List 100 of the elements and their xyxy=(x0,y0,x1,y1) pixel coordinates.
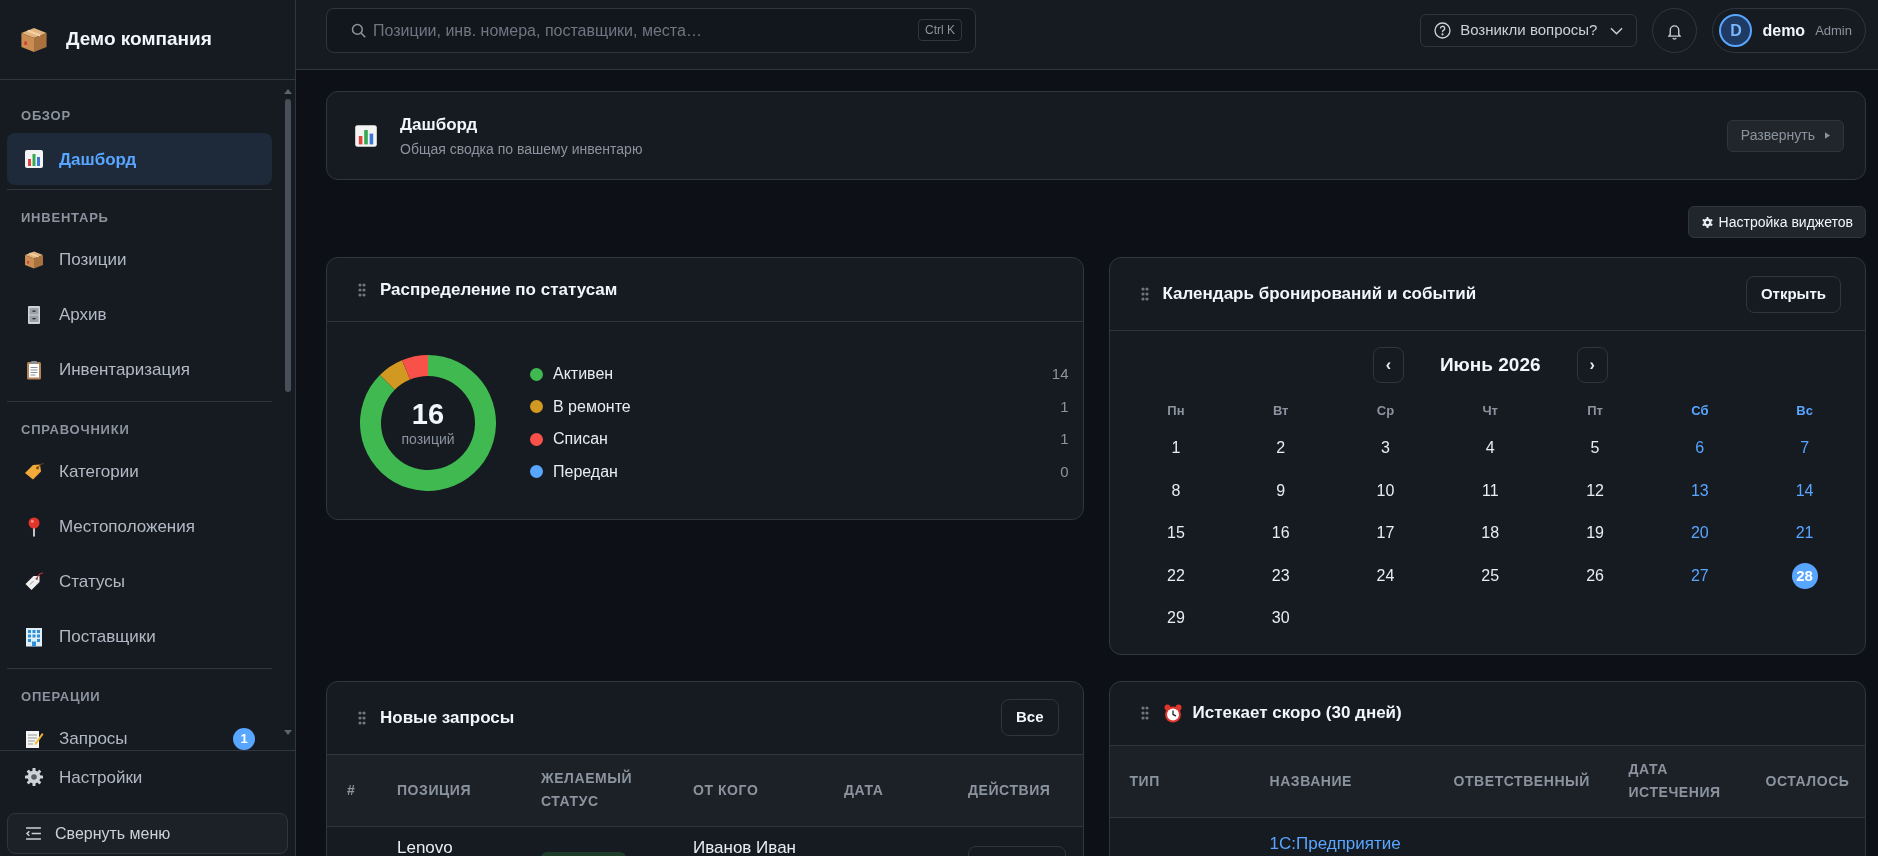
calendar-day[interactable]: 30 xyxy=(1271,606,1290,631)
gear-icon xyxy=(24,767,44,787)
open-button[interactable]: Открыть xyxy=(1745,275,1841,313)
section-label: СПРАВОЧНИКИ xyxy=(21,422,130,438)
calendar-day[interactable]: 29 xyxy=(1167,606,1185,631)
caret-right-icon xyxy=(1825,132,1830,139)
memo-icon xyxy=(24,728,44,749)
calendar-day[interactable]: 17 xyxy=(1376,521,1395,546)
drag-handle-icon[interactable] xyxy=(1140,706,1149,720)
legend-count: 0 xyxy=(1060,461,1069,482)
legend-label: Передан xyxy=(553,461,618,482)
scroll-down-icon[interactable] xyxy=(284,730,292,735)
drag-handle-icon[interactable] xyxy=(358,710,366,725)
widget-title: Распределение по статусам xyxy=(380,278,618,301)
column-header: ДЕЙСТВИЯ xyxy=(968,780,1051,800)
box-icon xyxy=(24,249,44,270)
calendar-day[interactable]: 23 xyxy=(1271,563,1290,588)
calendar-day[interactable]: 13 xyxy=(1690,478,1709,503)
weekday-label: Пт xyxy=(1587,401,1603,420)
prev-month-button[interactable]: ‹ xyxy=(1372,347,1404,383)
calendar-day[interactable]: 19 xyxy=(1586,521,1604,546)
item-link[interactable]: 1С:Предприятие xyxy=(1269,833,1401,853)
view-all-button[interactable]: Все xyxy=(1000,699,1059,736)
column-header: ОТ КОГО xyxy=(693,780,759,800)
month-label: Июнь 2026 xyxy=(1439,352,1541,377)
calendar-day[interactable]: 11 xyxy=(1481,478,1499,503)
calendar-day[interactable]: 8 xyxy=(1171,478,1181,503)
gear-icon xyxy=(1700,215,1714,229)
sidebar-item[interactable]: Статусы xyxy=(7,554,272,609)
bar-chart-icon xyxy=(24,149,44,169)
calendar-day[interactable]: 18 xyxy=(1481,521,1500,546)
weekday-label: Вс xyxy=(1796,401,1813,420)
alarm-clock-icon xyxy=(1162,703,1183,723)
sidebar-item[interactable]: Поставщики xyxy=(7,609,272,664)
calendar-day[interactable]: 21 xyxy=(1795,521,1814,546)
calendar-day[interactable]: 4 xyxy=(1485,436,1495,461)
column-header: ПОЗИЦИЯ xyxy=(397,780,472,800)
calendar-day[interactable]: 27 xyxy=(1690,563,1709,588)
donut-total-label: позиций xyxy=(401,430,455,448)
drag-handle-icon[interactable] xyxy=(1140,287,1149,301)
column-header: ОТВЕТСТВЕННЫЙ xyxy=(1453,771,1590,791)
sidebar-item[interactable]: Местоположения xyxy=(7,499,272,554)
section-label: ИНВЕНТАРЬ xyxy=(21,210,109,226)
calendar-day[interactable]: 5 xyxy=(1590,436,1600,461)
widget-title: Новые запросы xyxy=(380,706,515,729)
calendar-day[interactable]: 25 xyxy=(1481,563,1500,588)
weekday-label: Ср xyxy=(1376,401,1395,420)
calendar-day[interactable]: 14 xyxy=(1795,478,1814,503)
next-month-button[interactable]: › xyxy=(1576,347,1608,383)
calendar-day[interactable]: 15 xyxy=(1167,521,1185,546)
tag-icon xyxy=(24,461,44,482)
calendar-day[interactable]: 24 xyxy=(1376,563,1395,588)
legend-label: Списан xyxy=(553,429,608,450)
column-header: ДАТА xyxy=(844,780,884,800)
calendar-day[interactable]: 1 xyxy=(1171,436,1181,461)
table-cell: Иванов Иван xyxy=(693,837,796,856)
column-header: # xyxy=(347,780,356,800)
user-name: demo xyxy=(1762,20,1806,41)
weekday-label: Пн xyxy=(1167,401,1185,420)
calendar-day[interactable]: 10 xyxy=(1376,478,1395,503)
widget-settings-button[interactable]: Настройка виджетов xyxy=(1687,206,1866,238)
calendar-day[interactable]: 3 xyxy=(1381,436,1390,461)
sidebar-item[interactable]: Инвентаризация xyxy=(7,342,272,397)
box-icon xyxy=(20,25,48,54)
avatar: D xyxy=(1719,14,1753,47)
sidebar-item[interactable]: Категории xyxy=(7,444,272,499)
legend-count: 1 xyxy=(1060,429,1069,449)
calendar-day[interactable]: 12 xyxy=(1586,478,1604,503)
weekday-label: Сб xyxy=(1691,401,1709,420)
sidebar-item[interactable]: Настройки xyxy=(7,751,288,803)
calendar-day[interactable]: 20 xyxy=(1690,521,1709,546)
widget-title: Истекает скоро (30 дней) xyxy=(1192,702,1402,725)
drag-handle-icon[interactable] xyxy=(358,282,366,297)
bar-chart-icon xyxy=(354,123,378,148)
sidebar-item[interactable]: Архив xyxy=(7,287,272,342)
column-header: ОСТАЛОСЬ xyxy=(1765,771,1850,791)
expand-button[interactable]: Развернуть xyxy=(1726,119,1844,152)
page-subtitle: Общая сводка по вашему инвентарю xyxy=(400,139,643,158)
sidebar-item[interactable]: Дашборд xyxy=(7,133,272,185)
calendar-day[interactable]: 6 xyxy=(1695,436,1705,461)
calendar-day[interactable]: 22 xyxy=(1167,563,1185,588)
scroll-up-icon[interactable] xyxy=(284,89,292,94)
calendar-day[interactable]: 26 xyxy=(1586,563,1604,588)
calendar-day[interactable]: 9 xyxy=(1276,478,1286,503)
clipboard-icon xyxy=(24,359,44,380)
page-title: Дашборд xyxy=(400,113,478,136)
sidebar-item[interactable]: Запросы 1 xyxy=(7,711,272,750)
calendar-day[interactable]: 2 xyxy=(1276,436,1286,461)
legend-count: 14 xyxy=(1051,364,1069,384)
column-header: НАЗВАНИЕ xyxy=(1269,771,1352,791)
calendar-day[interactable]: 7 xyxy=(1800,436,1810,461)
widget-title: Календарь бронирований и событий xyxy=(1162,283,1477,306)
help-button[interactable]: Возникли вопросы? xyxy=(1420,14,1638,47)
question-icon xyxy=(1434,22,1452,39)
weekday-label: Чт xyxy=(1482,401,1498,420)
scrollbar-thumb[interactable] xyxy=(285,99,291,392)
brand-name: Демо компания xyxy=(66,27,212,52)
sidebar-item[interactable]: Позиции xyxy=(7,232,272,287)
collapse-menu-button[interactable]: Свернуть меню xyxy=(7,813,288,854)
calendar-day[interactable]: 16 xyxy=(1271,521,1290,546)
